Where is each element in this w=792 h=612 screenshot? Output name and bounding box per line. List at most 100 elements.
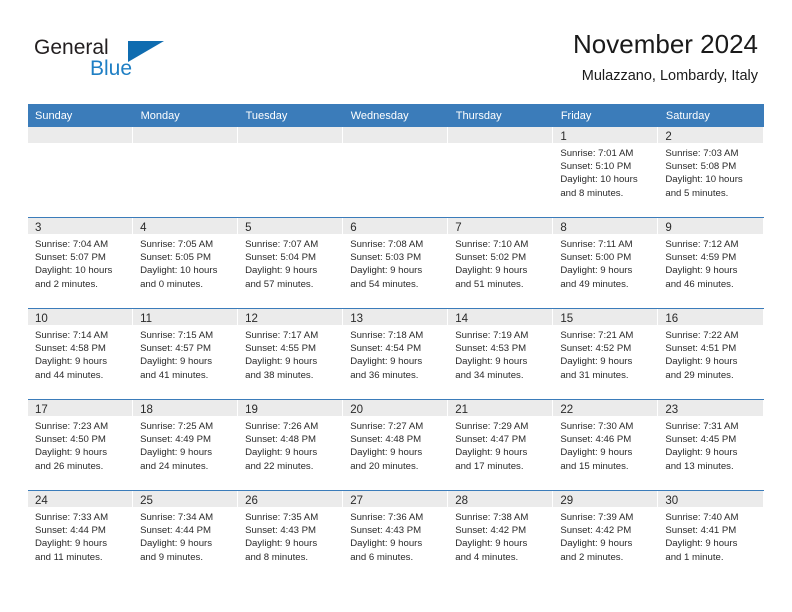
calendar-day-cell[interactable]: 4 Sunrise: 7:05 AM Sunset: 5:05 PM Daylight… [133, 217, 239, 309]
weekday-header-friday: Friday [553, 104, 659, 127]
calendar-day-cell[interactable]: 13 Sunrise: 7:18 AM Sunset: 4:54 PM Dayligh… [343, 308, 449, 400]
day-number: 3 [28, 218, 134, 234]
daylight-duration-line1: Daylight: 9 hours [140, 356, 213, 368]
day-number: 12 [238, 309, 344, 325]
calendar-day-cell[interactable]: 16 Sunrise: 7:22 AM Sunset: 4:51 PM Dayligh… [658, 308, 764, 400]
daylight-duration-line2: and 38 minutes. [245, 369, 314, 381]
daylight-duration-line2: and 15 minutes. [560, 460, 629, 472]
daylight-duration-line2: and 22 minutes. [245, 460, 314, 472]
day-details: Sunrise: 7:38 AM Sunset: 4:42 PM Daylight:… [448, 507, 553, 564]
daylight-duration-line2: and 41 minutes. [140, 369, 209, 381]
sunset-time: Sunset: 4:50 PM [35, 434, 106, 446]
daylight-duration-line2: and 2 minutes. [560, 551, 624, 563]
calendar-day-cell[interactable]: 15 Sunrise: 7:21 AM Sunset: 4:52 PM Dayligh… [553, 308, 659, 400]
daylight-duration-line1: Daylight: 9 hours [35, 356, 107, 368]
sunset-time: Sunset: 4:44 PM [35, 525, 106, 537]
daylight-duration-line1: Daylight: 9 hours [665, 265, 738, 277]
daylight-duration-line2: and 36 minutes. [350, 369, 419, 381]
daylight-duration-line2: and 26 minutes. [35, 460, 104, 472]
day-number [448, 127, 554, 143]
sunset-time: Sunset: 4:42 PM [560, 525, 632, 537]
daylight-duration-line1: Daylight: 9 hours [245, 356, 318, 368]
calendar-day-cell[interactable]: 10 Sunrise: 7:14 AM Sunset: 4:58 PM Dayligh… [28, 308, 134, 400]
calendar-day-cell[interactable]: 8 Sunrise: 7:11 AM Sunset: 5:00 PM Daylight… [553, 217, 659, 309]
day-details: Sunrise: 7:30 AM Sunset: 4:46 PM Daylight:… [553, 416, 658, 473]
daylight-duration-line1: Daylight: 9 hours [455, 356, 528, 368]
sunset-time: Sunset: 5:03 PM [350, 252, 422, 264]
calendar-day-cell[interactable]: 12 Sunrise: 7:17 AM Sunset: 4:55 PM Dayligh… [238, 308, 344, 400]
calendar-day-cell[interactable]: 9 Sunrise: 7:12 AM Sunset: 4:59 PM Daylight… [658, 217, 764, 309]
calendar-day-cell-empty [133, 127, 239, 218]
calendar-day-cell[interactable]: 30 Sunrise: 7:40 AM Sunset: 4:41 PM Dayligh… [658, 490, 764, 581]
sunset-time: Sunset: 4:43 PM [350, 525, 422, 537]
daylight-duration-line2: and 54 minutes. [350, 278, 419, 290]
daylight-duration-line2: and 49 minutes. [560, 278, 629, 290]
calendar-day-cell[interactable]: 24 Sunrise: 7:33 AM Sunset: 4:44 PM Dayligh… [28, 490, 134, 581]
sunrise-time: Sunrise: 7:30 AM [560, 421, 634, 432]
calendar-week-row: 3 Sunrise: 7:04 AM Sunset: 5:07 PM Daylight… [28, 217, 764, 309]
calendar-day-cell[interactable]: 3 Sunrise: 7:04 AM Sunset: 5:07 PM Daylight… [28, 217, 134, 309]
daylight-duration-line1: Daylight: 9 hours [560, 356, 633, 368]
sunset-time: Sunset: 4:45 PM [665, 434, 737, 446]
sunrise-time: Sunrise: 7:35 AM [245, 512, 319, 523]
sunrise-time: Sunrise: 7:10 AM [455, 239, 529, 250]
day-details: Sunrise: 7:22 AM Sunset: 4:51 PM Daylight:… [658, 325, 763, 382]
daylight-duration-line1: Daylight: 10 hours [35, 265, 113, 277]
sunrise-time: Sunrise: 7:33 AM [35, 512, 109, 523]
sunset-time: Sunset: 4:43 PM [245, 525, 317, 537]
sunset-time: Sunset: 4:51 PM [665, 343, 737, 355]
calendar-day-cell[interactable]: 25 Sunrise: 7:34 AM Sunset: 4:44 PM Dayligh… [133, 490, 239, 581]
sunrise-time: Sunrise: 7:11 AM [560, 239, 633, 250]
calendar-day-cell[interactable]: 28 Sunrise: 7:38 AM Sunset: 4:42 PM Dayligh… [448, 490, 554, 581]
calendar-day-cell[interactable]: 1 Sunrise: 7:01 AM Sunset: 5:10 PM Daylight… [553, 127, 659, 218]
sunset-time: Sunset: 4:47 PM [455, 434, 527, 446]
day-number: 6 [343, 218, 449, 234]
weekday-header-monday: Monday [133, 104, 239, 127]
calendar-day-cell[interactable]: 19 Sunrise: 7:26 AM Sunset: 4:48 PM Dayligh… [238, 399, 344, 491]
calendar-day-cell[interactable]: 20 Sunrise: 7:27 AM Sunset: 4:48 PM Dayligh… [343, 399, 449, 491]
calendar-day-cell[interactable]: 23 Sunrise: 7:31 AM Sunset: 4:45 PM Dayligh… [658, 399, 764, 491]
calendar-week-row: 10 Sunrise: 7:14 AM Sunset: 4:58 PM Dayligh… [28, 308, 764, 400]
sunrise-time: Sunrise: 7:23 AM [35, 421, 109, 432]
calendar-day-cell[interactable]: 11 Sunrise: 7:15 AM Sunset: 4:57 PM Dayligh… [133, 308, 239, 400]
day-number [133, 127, 239, 143]
calendar-day-cell[interactable]: 14 Sunrise: 7:19 AM Sunset: 4:53 PM Dayligh… [448, 308, 554, 400]
calendar-day-cell[interactable]: 7 Sunrise: 7:10 AM Sunset: 5:02 PM Daylight… [448, 217, 554, 309]
sunset-time: Sunset: 4:55 PM [245, 343, 317, 355]
weekday-header-saturday: Saturday [658, 104, 765, 127]
day-number: 29 [553, 491, 659, 507]
sunset-time: Sunset: 4:52 PM [560, 343, 632, 355]
calendar-day-cell[interactable]: 27 Sunrise: 7:36 AM Sunset: 4:43 PM Dayligh… [343, 490, 449, 581]
daylight-duration-line2: and 6 minutes. [350, 551, 414, 563]
daylight-duration-line2: and 20 minutes. [350, 460, 419, 472]
day-details: Sunrise: 7:14 AM Sunset: 4:58 PM Daylight:… [28, 325, 133, 382]
calendar-day-cell[interactable]: 18 Sunrise: 7:25 AM Sunset: 4:49 PM Dayligh… [133, 399, 239, 491]
weekday-header-thursday: Thursday [448, 104, 554, 127]
calendar-day-cell-empty [28, 127, 134, 218]
calendar-day-cell[interactable]: 22 Sunrise: 7:30 AM Sunset: 4:46 PM Dayligh… [553, 399, 659, 491]
day-number: 13 [343, 309, 449, 325]
calendar-day-cell[interactable]: 29 Sunrise: 7:39 AM Sunset: 4:42 PM Dayligh… [553, 490, 659, 581]
title-block: November 2024 Mulazzano, Lombardy, Italy [573, 28, 758, 87]
day-number: 2 [658, 127, 764, 143]
sunset-time: Sunset: 4:42 PM [455, 525, 527, 537]
day-details: Sunrise: 7:18 AM Sunset: 4:54 PM Daylight:… [343, 325, 448, 382]
calendar-day-cell[interactable]: 6 Sunrise: 7:08 AM Sunset: 5:03 PM Daylight… [343, 217, 449, 309]
calendar-week-row: 1 Sunrise: 7:01 AM Sunset: 5:10 PM Daylight… [28, 127, 764, 218]
general-blue-logo[interactable]: General Blue [34, 36, 174, 88]
calendar-day-cell[interactable]: 17 Sunrise: 7:23 AM Sunset: 4:50 PM Dayligh… [28, 399, 134, 491]
sunrise-time: Sunrise: 7:12 AM [665, 239, 739, 250]
day-details: Sunrise: 7:03 AM Sunset: 5:08 PM Daylight:… [658, 143, 763, 200]
daylight-duration-line1: Daylight: 9 hours [560, 265, 633, 277]
sunset-time: Sunset: 4:46 PM [560, 434, 632, 446]
calendar-day-cell[interactable]: 26 Sunrise: 7:35 AM Sunset: 4:43 PM Dayligh… [238, 490, 344, 581]
day-number [343, 127, 449, 143]
sunrise-time: Sunrise: 7:04 AM [35, 239, 109, 250]
sunrise-time: Sunrise: 7:07 AM [245, 239, 319, 250]
calendar-day-cell[interactable]: 2 Sunrise: 7:03 AM Sunset: 5:08 PM Daylight… [658, 127, 764, 218]
calendar-day-cell[interactable]: 21 Sunrise: 7:29 AM Sunset: 4:47 PM Dayligh… [448, 399, 554, 491]
sunset-time: Sunset: 5:07 PM [35, 252, 106, 264]
daylight-duration-line1: Daylight: 10 hours [665, 174, 743, 186]
sunrise-time: Sunrise: 7:17 AM [245, 330, 319, 341]
calendar-day-cell[interactable]: 5 Sunrise: 7:07 AM Sunset: 5:04 PM Daylight… [238, 217, 344, 309]
